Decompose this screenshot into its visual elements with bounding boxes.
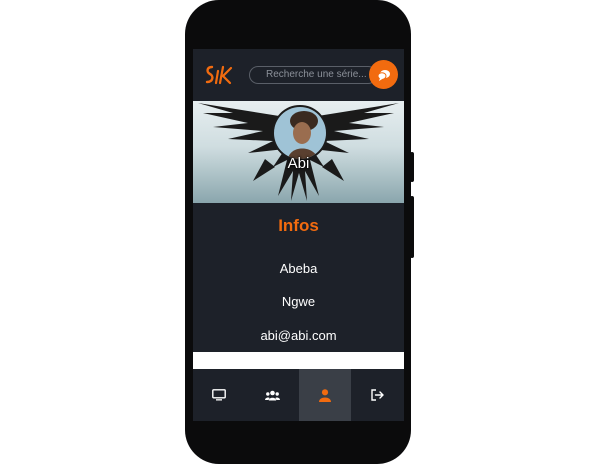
app-screen: Abi Infos Abeba Ngwe abi@abi.com [193,49,404,421]
phone-side-button-top [410,152,414,182]
email-value: abi@abi.com [260,328,337,343]
bottom-navigation [193,369,404,421]
infos-heading: Infos [278,216,319,235]
content-divider [193,352,404,369]
phone-side-button-bottom [410,196,414,258]
users-icon [264,390,280,400]
chat-bubbles-icon [377,69,390,81]
profile-banner: Abi [193,101,404,203]
logout-icon [371,389,384,401]
avatar-person-icon [274,107,326,159]
nav-item-logout[interactable] [351,369,404,421]
profile-username: Abi [287,155,310,172]
search-input[interactable] [249,66,377,84]
nav-item-series[interactable] [193,369,246,421]
nav-item-friends[interactable] [246,369,299,421]
last-name-value: Ngwe [281,294,316,309]
user-icon [318,388,331,402]
chat-button[interactable] [369,60,398,89]
top-bar [193,49,404,101]
tv-icon [212,389,227,401]
avatar[interactable] [272,105,328,161]
first-name-value: Abeba [279,261,318,276]
nav-item-profile[interactable] [298,369,352,421]
app-logo[interactable] [203,63,237,87]
